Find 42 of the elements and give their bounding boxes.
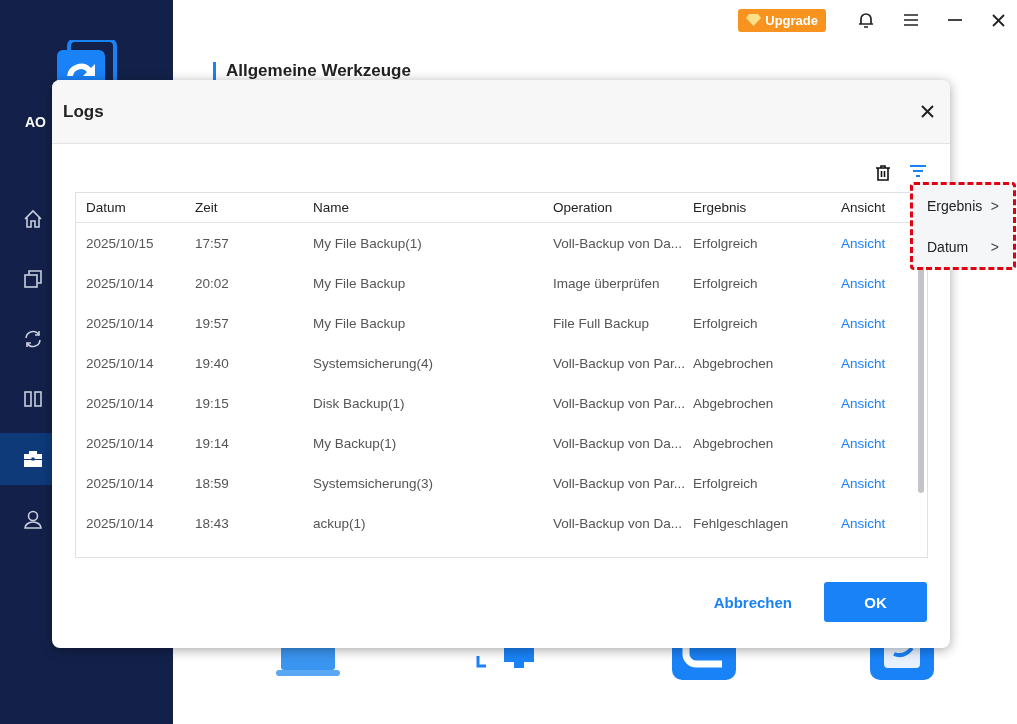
table-cell-text: Fehlgeschlagen [693,515,790,531]
table-cell-text: 2025/10/15 [86,235,155,251]
table-cell-text: Erfolgreich [693,315,759,331]
table-cell-text: Voll-Backup von Par... [553,355,687,371]
table-cell-text: Erfolgreich [693,475,759,491]
table-cell-text: 19:15 [195,395,230,411]
table-cell-text: 2025/10/14 [86,355,155,371]
table-cell-text: 17:57 [195,235,230,251]
table-cell-text: Voll-Backup von Da... [553,515,684,531]
table-cell-text: 18:59 [195,475,230,491]
table-cell-text: Systemsicherung(4) [313,355,435,371]
table-cell-text: 2025/10/14 [86,515,155,531]
table-cell-text: Voll-Backup von Par... [553,475,687,491]
table-cell-text: Voll-Backup von Da... [553,235,684,251]
table-cell-text: 19:40 [195,355,230,371]
table-cell-text: My File Backup [313,275,407,291]
table-cell-text: My File Backup(1) [313,235,423,251]
table-cell-text: Systemsicherung(3) [313,475,435,491]
table-cell-text: Voll-Backup von Da... [553,435,684,451]
table-cell-text: 18:43 [195,515,230,531]
table-cell-text: 2025/10/14 [86,475,155,491]
brand-name: AO [25,114,46,130]
dialog-title: Logs [63,101,104,122]
table-cell-text: Image überprüfen [553,275,661,291]
table-cell-text: 2025/10/14 [86,435,155,451]
table-cell-text: Erfolgreich [693,235,759,251]
table-cell-text: 19:57 [195,315,230,331]
table-cell-text: 2025/10/14 [86,315,155,331]
table-cell-text: Voll-Backup von Par... [553,395,687,411]
table-cell-text: Abgebrochen [693,395,775,411]
table-cell-text: 19:14 [195,435,230,451]
table-cell-text: Erfolgreich [693,275,759,291]
table-cell-text: File Full Backup [553,315,651,331]
table-cell-text: 20:02 [195,275,230,291]
table-cell-text: My File Backup [313,315,407,331]
table-cell-text: My Backup(1) [313,435,398,451]
table-cell-text: Disk Backup(1) [313,395,406,411]
table-cell-text: 2025/10/14 [86,395,155,411]
table-cell-text: 2025/10/14 [86,275,155,291]
table-cell-text: ackup(1) [313,515,367,531]
table-cell-text: Abgebrochen [693,355,775,371]
table-cell-text: Abgebrochen [693,435,775,451]
